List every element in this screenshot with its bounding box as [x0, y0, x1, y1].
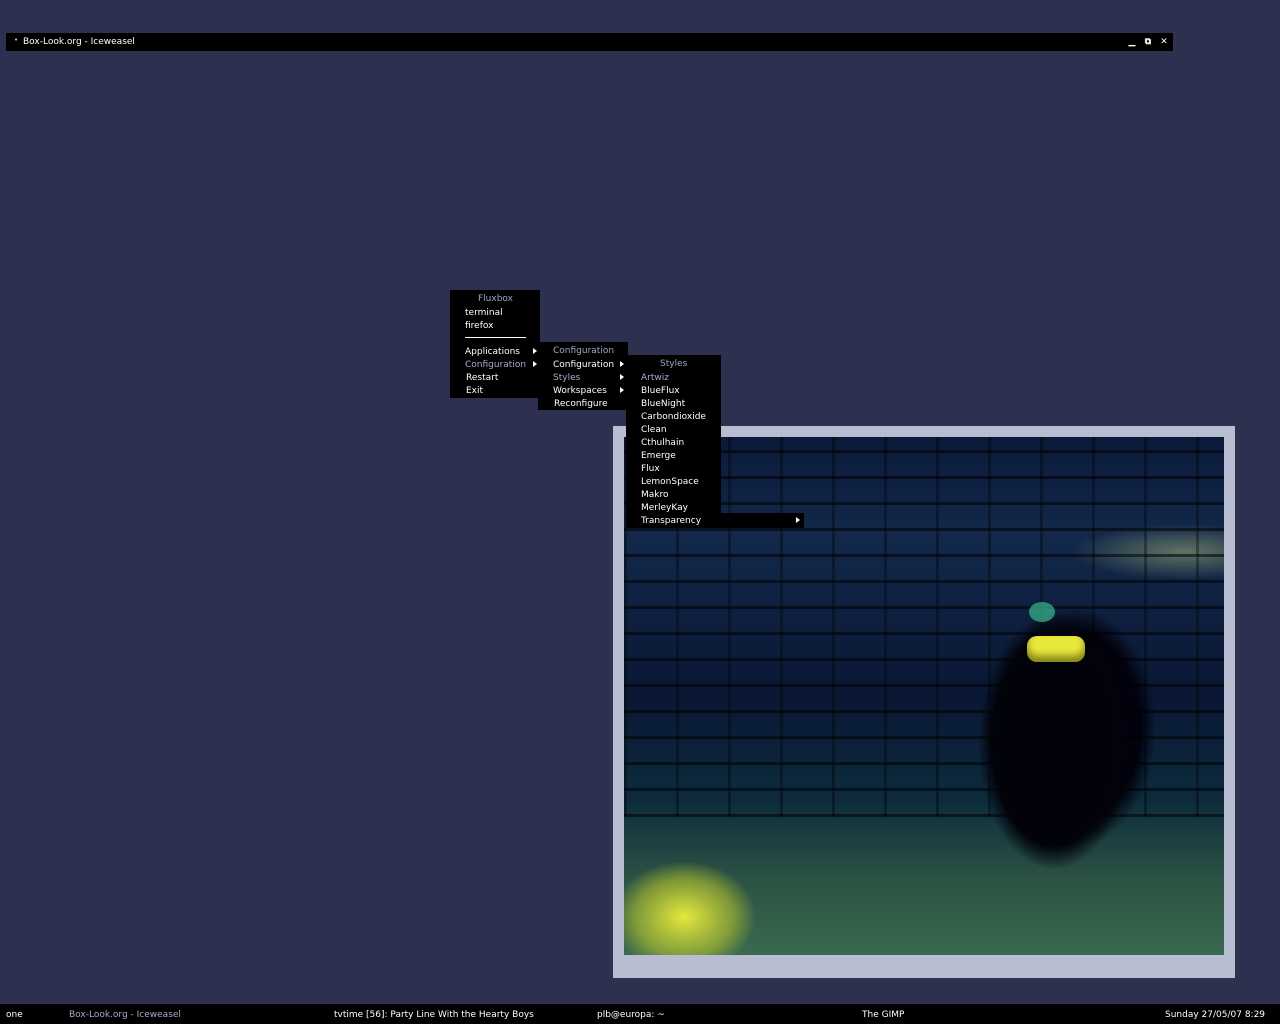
- submenu-arrow-icon: [533, 361, 537, 367]
- workspace-label[interactable]: one: [6, 1010, 23, 1020]
- style-item[interactable]: BlueNight: [641, 399, 685, 409]
- submenu-title: Configuration: [553, 346, 615, 356]
- style-item[interactable]: MerleyKay: [641, 503, 688, 513]
- taskbar: one Box-Look.org - Iceweasel tvtime [56]…: [0, 1004, 1280, 1024]
- hair-highlight: [1029, 602, 1055, 622]
- style-item[interactable]: Cthulhain: [641, 438, 684, 448]
- style-item[interactable]: Makro: [641, 490, 669, 500]
- window-title: Box-Look.org - Iceweasel: [23, 37, 135, 47]
- clock: Sunday 27/05/07 8:29: [1165, 1010, 1266, 1020]
- menu-title: Fluxbox: [478, 294, 513, 304]
- minimize-icon[interactable]: ▁: [1127, 36, 1137, 48]
- configuration-submenu: Configuration Configuration Styles Works…: [538, 342, 628, 410]
- submenu-item-styles[interactable]: Styles: [553, 373, 580, 383]
- menu-item-firefox[interactable]: firefox: [465, 321, 493, 331]
- submenu-item-workspaces[interactable]: Workspaces: [553, 386, 607, 396]
- submenu-arrow-icon: [796, 517, 800, 523]
- submenu-arrow-icon: [620, 387, 624, 393]
- task-button-gimp[interactable]: The GIMP: [862, 1010, 904, 1020]
- submenu-arrow-icon: [620, 374, 624, 380]
- submenu-title: Styles: [660, 359, 688, 369]
- style-item[interactable]: LemonSpace: [641, 477, 699, 487]
- style-item[interactable]: Flux: [641, 464, 660, 474]
- window-titlebar[interactable]: • Box-Look.org - Iceweasel ▁ ⧉ ✕: [6, 33, 1173, 51]
- styles-submenu: Styles Artwiz BlueFlux BlueNight Carbond…: [626, 355, 721, 513]
- submenu-arrow-icon: [533, 348, 537, 354]
- submenu-arrow-icon: [620, 361, 624, 367]
- style-item[interactable]: Artwiz: [641, 373, 669, 383]
- style-item[interactable]: Transparency: [641, 516, 701, 526]
- style-item[interactable]: BlueFlux: [641, 386, 680, 396]
- task-button-iceweasel[interactable]: Box-Look.org - Iceweasel: [69, 1010, 181, 1020]
- submenu-item-configuration[interactable]: Configuration: [553, 360, 614, 370]
- fluxbox-root-menu: Fluxbox terminal firefox Applications Co…: [450, 290, 540, 398]
- style-item[interactable]: Carbondioxide: [641, 412, 706, 422]
- menu-item-applications[interactable]: Applications: [465, 347, 520, 357]
- maximize-icon[interactable]: ⧉: [1143, 36, 1153, 48]
- style-item[interactable]: Clean: [641, 425, 667, 435]
- style-item-transparency-row[interactable]: Transparency: [626, 513, 804, 528]
- menu-separator: [465, 337, 526, 338]
- yellow-hands: [1027, 636, 1085, 662]
- menu-item-exit[interactable]: Exit: [466, 386, 483, 396]
- menu-item-configuration[interactable]: Configuration: [465, 360, 526, 370]
- menu-item-terminal[interactable]: terminal: [465, 308, 503, 318]
- task-button-terminal[interactable]: plb@europa: ~: [597, 1010, 665, 1020]
- task-button-tvtime[interactable]: tvtime [56]: Party Line With the Hearty …: [334, 1010, 534, 1020]
- menu-item-restart[interactable]: Restart: [466, 373, 498, 383]
- close-icon[interactable]: ✕: [1159, 36, 1169, 48]
- window-menu-icon[interactable]: •: [14, 36, 18, 44]
- style-item[interactable]: Emerge: [641, 451, 676, 461]
- submenu-item-reconfigure[interactable]: Reconfigure: [554, 399, 608, 409]
